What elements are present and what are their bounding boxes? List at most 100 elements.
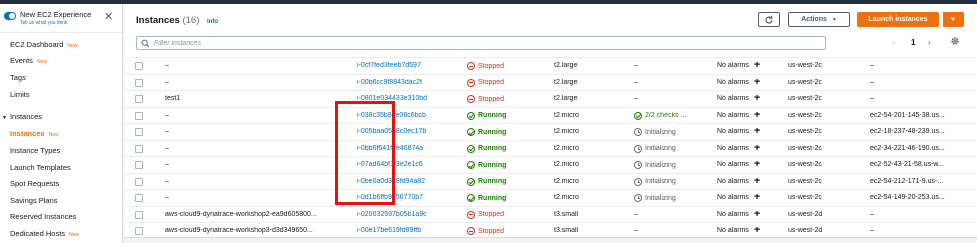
row-checkbox[interactable] <box>135 78 143 87</box>
check-circle-icon <box>467 194 475 202</box>
section-label: Instances <box>9 112 43 121</box>
close-icon[interactable]: ✕ <box>104 12 113 23</box>
table-row[interactable]: aws-cloud9-dynatrace-workshop2-ea9d60580… <box>124 205 977 223</box>
table-row[interactable]: – i-0be0a0d328fd94a82 Running t2.micro Initi… <box>124 172 977 190</box>
alarm-status-label: No alarms <box>717 177 749 185</box>
add-alarm-icon[interactable]: + <box>754 178 760 185</box>
table-row[interactable]: – i-0cf7fed3feeb7d597 Stopped t2.large – No a… <box>124 57 977 74</box>
row-checkbox[interactable] <box>135 194 143 202</box>
add-alarm-icon[interactable]: + <box>754 128 760 135</box>
new-badge: New <box>69 232 80 238</box>
add-alarm-icon[interactable]: + <box>754 112 760 119</box>
public-dns: ec2-54-212-171-9.us-... <box>870 177 944 185</box>
row-checkbox[interactable] <box>135 62 143 70</box>
toggle-switch[interactable] <box>4 12 16 20</box>
table-row[interactable]: – i-00b6cc9f8843dac2f Stopped t2.large – No a… <box>124 73 977 91</box>
instance-id-link[interactable]: i-0cf7fed3feeb7d597 <box>357 62 457 69</box>
row-checkbox[interactable] <box>135 227 143 235</box>
launch-instances-button[interactable]: Launch instances <box>857 12 939 27</box>
refresh-button[interactable] <box>758 12 780 27</box>
add-alarm-icon[interactable]: + <box>754 161 760 168</box>
availability-zone: us-west-2d <box>788 210 823 218</box>
row-checkbox[interactable] <box>135 177 143 186</box>
sidebar-item-dedicated-hosts[interactable]: Dedicated Hosts New <box>10 229 79 238</box>
search-icon <box>141 39 150 48</box>
public-dns: ec2-54-149-20-253.us... <box>870 194 945 201</box>
add-alarm-icon[interactable]: + <box>754 62 760 69</box>
add-alarm-icon[interactable]: + <box>754 95 760 102</box>
add-alarm-icon[interactable]: + <box>754 194 760 201</box>
row-checkbox[interactable] <box>135 95 143 103</box>
prev-page-icon[interactable]: ‹ <box>892 38 895 47</box>
public-dns: – <box>870 62 874 69</box>
availability-zone: us-west-2c <box>788 95 822 102</box>
row-checkbox[interactable] <box>135 161 143 169</box>
add-alarm-icon[interactable]: + <box>754 79 760 86</box>
clock-icon <box>634 177 642 186</box>
add-alarm-icon[interactable]: + <box>754 145 760 152</box>
clock-icon <box>634 161 642 169</box>
sidebar-item-tags[interactable]: Tags <box>10 73 26 82</box>
sidebar-item-reserved-instances[interactable]: Reserved Instances <box>10 212 76 221</box>
status-check-value: Initializing <box>645 178 676 185</box>
sidebar-item-label: Limits <box>10 90 30 99</box>
table-row[interactable]: – i-07ad64bf1f3e2e1c6 Running t2.micro Initi… <box>124 156 977 173</box>
table-row[interactable]: – i-005baa05b8c0ec17b Running t2.micro Initi… <box>124 123 977 140</box>
alarm-status: No alarms + <box>717 95 760 102</box>
sidebar-item-instance-types[interactable]: Instance Types <box>10 146 60 155</box>
sidebar-item-launch-templates[interactable]: Launch Templates <box>10 163 71 172</box>
sidebar-item-events[interactable]: Events New <box>10 56 47 65</box>
instance-state-label: Running <box>478 145 507 152</box>
instance-state-label: Running <box>478 128 507 136</box>
alarm-status-label: No alarms <box>717 95 749 102</box>
table-row[interactable]: – i-038c35b9de08c6bcb Running t2.micro 2/2 c… <box>124 106 977 124</box>
page-title: Instances (16) Info <box>136 15 218 26</box>
alarm-status: No alarms + <box>717 161 760 168</box>
sidebar-section-instances[interactable]: ▼ Instances <box>2 112 42 121</box>
add-alarm-icon[interactable]: + <box>754 227 760 234</box>
table-row[interactable]: – i-0bb6f641f2e46874a Running t2.micro Initi… <box>124 139 977 157</box>
page-number[interactable]: 1 <box>911 38 915 47</box>
launch-dropdown-button[interactable]: ▼ <box>942 12 964 27</box>
status-check: Initializing <box>634 128 676 136</box>
new-experience-toggle[interactable]: New EC2 Experience Tell us what you thin… <box>4 10 91 26</box>
sidebar-item-instances[interactable]: Instances New <box>10 129 59 138</box>
instance-id-link[interactable]: i-00e17be619fd89ffb <box>357 227 457 234</box>
table-row[interactable]: – i-0d1b6ffb9756770b7 Running t2.micro Initi… <box>124 189 977 206</box>
sidebar-item-label: Events <box>10 56 33 65</box>
info-link[interactable]: Info <box>207 19 218 25</box>
feedback-link[interactable]: Tell us what you think <box>20 20 91 26</box>
instance-name: – <box>165 111 169 119</box>
status-check-cell: – <box>634 79 712 86</box>
stopped-icon <box>467 210 475 219</box>
instance-type: t2.micro <box>554 194 579 201</box>
alarm-status: No alarms + <box>717 211 760 218</box>
table-row[interactable]: test1 i-0801e034433e310bd Stopped t2.large –… <box>124 90 977 107</box>
sidebar-item-limits[interactable]: Limits <box>10 90 30 99</box>
row-checkbox[interactable] <box>135 111 143 120</box>
row-checkbox[interactable] <box>135 144 143 153</box>
instance-type: t2.micro <box>554 111 579 119</box>
instance-state-label: Stopped <box>478 62 505 70</box>
sidebar-item-label: Reserved Instances <box>10 212 77 221</box>
status-check-cell: Initializing <box>634 161 712 169</box>
instance-id-link[interactable]: i-020032597b05b1a9c <box>357 211 457 218</box>
table-row[interactable]: aws-cloud9-dynatrace-workshop3-d3d349650… <box>124 222 977 239</box>
instance-id-link[interactable]: i-00b6cc9f8843dac2f <box>357 79 457 86</box>
settings-icon[interactable] <box>950 36 960 48</box>
status-check-value: – <box>634 62 638 69</box>
check-circle-icon <box>467 128 475 136</box>
add-alarm-icon[interactable]: + <box>754 211 760 218</box>
sidebar-item-spot-requests[interactable]: Spot Requests <box>10 179 59 188</box>
filter-input[interactable] <box>154 39 754 47</box>
row-checkbox[interactable] <box>135 128 143 136</box>
sidebar-item-dashboard[interactable]: EC2 Dashboard New <box>10 40 77 49</box>
status-check-value: Initializing <box>645 128 676 136</box>
sidebar-item-savings-plans[interactable]: Savings Plans <box>10 196 58 205</box>
public-dns: ec2-18-237-48-239.us... <box>870 128 945 135</box>
filter-box[interactable] <box>136 36 826 50</box>
next-page-icon[interactable]: › <box>928 38 931 47</box>
row-checkbox[interactable] <box>135 210 143 219</box>
public-dns: ec2-34-221-46-190.us... <box>870 144 945 152</box>
actions-button[interactable]: Actions ▼ <box>788 12 850 27</box>
